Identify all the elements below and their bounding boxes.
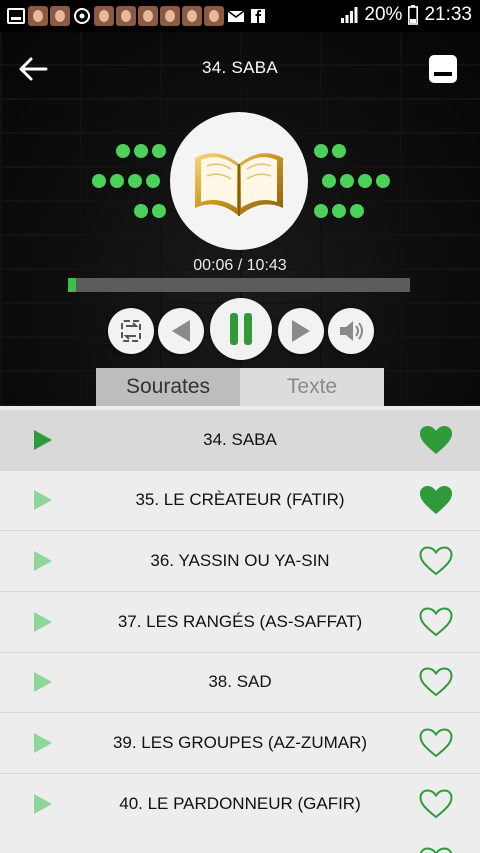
status-bar: 20% 21:33 bbox=[0, 0, 480, 32]
play-icon[interactable] bbox=[32, 488, 54, 512]
quran-cover bbox=[170, 112, 308, 250]
repeat-button[interactable] bbox=[108, 308, 154, 354]
surah-title: 37. LES RANGÉS (AS-SAFFAT) bbox=[117, 612, 363, 631]
page-title: 34. SABA bbox=[201, 58, 279, 77]
heart-filled-icon[interactable] bbox=[418, 484, 454, 516]
contact-avatar-icon bbox=[94, 6, 114, 26]
contact-avatar-icon bbox=[50, 6, 70, 26]
play-icon[interactable] bbox=[32, 792, 54, 816]
playback-time: 00:06 / 10:43 bbox=[193, 257, 287, 274]
app-bar: 34. SABA bbox=[0, 32, 480, 104]
pause-icon bbox=[230, 313, 252, 345]
previous-button[interactable] bbox=[158, 308, 204, 354]
surah-list: 34. SABA 35. LE CRÈATEUR (FATIR) 36. YASSI… bbox=[0, 406, 480, 853]
battery-icon bbox=[408, 5, 419, 25]
surah-list-item[interactable]: 40. LE PARDONNEUR (GAFIR) bbox=[0, 774, 480, 834]
play-icon[interactable] bbox=[32, 428, 54, 452]
email-icon bbox=[227, 10, 245, 22]
play-icon[interactable] bbox=[32, 610, 54, 634]
surah-list-item[interactable]: 35. LE CRÈATEUR (FATIR) bbox=[0, 470, 480, 530]
tab-bar: Sourates Texte bbox=[96, 368, 384, 406]
player-panel: 34. SABA 00:06 / 10:43 Sourates Texte bbox=[0, 32, 480, 406]
surah-list-item[interactable]: 34. SABA bbox=[0, 410, 480, 470]
heart-outline-icon[interactable] bbox=[418, 545, 454, 577]
surah-title: 36. YASSIN OU YA-SIN bbox=[150, 551, 330, 570]
signal-icon bbox=[341, 7, 358, 23]
list-item-partial bbox=[418, 846, 454, 853]
next-button[interactable] bbox=[278, 308, 324, 354]
surah-title: 40. LE PARDONNEUR (GAFIR) bbox=[119, 794, 361, 813]
clock: 21:33 bbox=[424, 4, 472, 25]
gallery-icon bbox=[7, 8, 25, 24]
open-quran-book-icon bbox=[195, 153, 283, 216]
contact-avatar-icon bbox=[28, 6, 48, 26]
player-controls bbox=[0, 298, 480, 364]
play-icon[interactable] bbox=[32, 670, 54, 694]
play-icon[interactable] bbox=[32, 731, 54, 755]
surah-list-item[interactable]: 37. LES RANGÉS (AS-SAFFAT) bbox=[0, 592, 480, 652]
next-icon bbox=[292, 320, 310, 342]
surah-title: 39. LES GROUPES (AZ-ZUMAR) bbox=[112, 733, 368, 752]
battery-percent: 20% bbox=[364, 4, 403, 25]
surah-title: 35. LE CRÈATEUR (FATIR) bbox=[135, 490, 345, 509]
surah-list-item[interactable]: 39. LES GROUPES (AZ-ZUMAR) bbox=[0, 713, 480, 773]
volume-button[interactable] bbox=[328, 308, 374, 354]
contact-avatar-icon bbox=[116, 6, 136, 26]
previous-icon bbox=[172, 320, 190, 342]
contact-avatar-icon bbox=[204, 6, 224, 26]
notification-icons bbox=[6, 6, 268, 26]
heart-outline-icon[interactable] bbox=[418, 788, 454, 820]
surah-list-item[interactable]: 38. SAD bbox=[0, 652, 480, 712]
playback-progress-fill bbox=[68, 278, 76, 292]
surah-title: 38. SAD bbox=[208, 672, 272, 691]
tab-sourates[interactable]: Sourates bbox=[96, 368, 240, 406]
heart-outline-icon[interactable] bbox=[418, 606, 454, 638]
heart-outline-icon bbox=[419, 847, 453, 853]
system-status: 20% 21:33 bbox=[340, 4, 472, 26]
contact-avatar-icon bbox=[160, 6, 180, 26]
pause-button[interactable] bbox=[210, 298, 272, 360]
sync-icon bbox=[74, 8, 90, 24]
facebook-icon bbox=[251, 9, 265, 23]
volume-icon bbox=[340, 321, 363, 341]
surah-title: 34. SABA bbox=[203, 430, 277, 449]
play-icon[interactable] bbox=[32, 549, 54, 573]
heart-outline-icon[interactable] bbox=[418, 727, 454, 759]
heart-outline-icon[interactable] bbox=[418, 666, 454, 698]
contact-avatar-icon bbox=[182, 6, 202, 26]
contact-avatar-icon bbox=[138, 6, 158, 26]
tab-texte[interactable]: Texte bbox=[240, 368, 384, 406]
repeat-icon bbox=[121, 320, 141, 342]
playback-progress-bar[interactable] bbox=[68, 278, 410, 292]
minimize-player-icon[interactable] bbox=[428, 54, 458, 84]
heart-filled-icon[interactable] bbox=[418, 424, 454, 456]
surah-list-item[interactable]: 36. YASSIN OU YA-SIN bbox=[0, 531, 480, 591]
